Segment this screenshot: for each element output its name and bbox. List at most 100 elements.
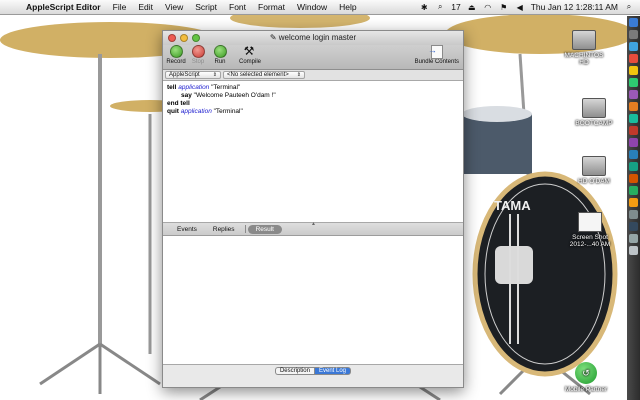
menu-format[interactable]: Format bbox=[252, 2, 291, 12]
event-log-button[interactable]: Event Log bbox=[313, 367, 352, 375]
trash-dock-icon[interactable] bbox=[629, 246, 638, 255]
menu-script[interactable]: Script bbox=[189, 2, 223, 12]
compile-label: Compile bbox=[239, 59, 262, 65]
code-line: end tell bbox=[167, 100, 459, 108]
vlc-dock-icon[interactable] bbox=[629, 198, 638, 207]
window-title: ✎ welcome login master bbox=[163, 33, 463, 42]
element-popup-value: <No selected element> bbox=[227, 72, 289, 78]
stop-button[interactable]: Stop bbox=[188, 45, 208, 65]
mail-dock-icon[interactable] bbox=[629, 66, 638, 75]
code-keyword: tell bbox=[167, 84, 177, 91]
window-title-text: welcome login master bbox=[278, 33, 357, 42]
wifi-icon[interactable]: ◠ bbox=[483, 3, 493, 12]
code-keyword: quit bbox=[167, 108, 179, 115]
bundle-contents-button[interactable]: Bundle Contents bbox=[415, 45, 459, 65]
desktop-icon-hd-odam[interactable]: HD O'DAM bbox=[570, 156, 618, 185]
split-grip-icon[interactable]: ▲ bbox=[311, 221, 316, 227]
run-icon bbox=[213, 45, 227, 58]
itunes-dock-icon[interactable] bbox=[629, 90, 638, 99]
code-string: "Terminal" bbox=[213, 108, 243, 115]
spotlight-icon[interactable]: ⌕ bbox=[624, 2, 634, 12]
record-icon bbox=[169, 45, 183, 58]
menu-font[interactable]: Font bbox=[223, 2, 252, 12]
code-line: tell application "Terminal" bbox=[167, 84, 459, 92]
firefox-dock-icon[interactable] bbox=[629, 174, 638, 183]
element-popup[interactable]: <No selected element> ⇕ bbox=[223, 71, 305, 79]
flag-icon[interactable]: ⚑ bbox=[499, 3, 509, 12]
volume-icon[interactable]: ◀ bbox=[515, 3, 525, 12]
code-class: application bbox=[178, 84, 210, 91]
screenshot-file-icon bbox=[578, 212, 602, 232]
menu-bar: AppleScript Editor File Edit View Script… bbox=[0, 0, 640, 15]
tab-divider bbox=[244, 225, 246, 233]
search-icon[interactable]: ⌕ bbox=[435, 2, 445, 12]
downloads-dock-icon[interactable] bbox=[629, 234, 638, 243]
code-line: say "Welcome Pauteeh O'dam !" bbox=[167, 92, 459, 100]
popup-arrows-icon: ⇕ bbox=[212, 72, 217, 78]
status-menus: ✱ ⌕ 17 ⏏ ◠ ⚑ ◀ Thu Jan 12 1:28:11 AM ⌕ bbox=[419, 2, 640, 12]
menu-app-name[interactable]: AppleScript Editor bbox=[20, 2, 107, 12]
tab-result[interactable]: Result bbox=[247, 224, 282, 234]
messages-dock-icon[interactable] bbox=[629, 114, 638, 123]
tab-events[interactable]: Events bbox=[169, 226, 205, 233]
mobile-partner-app-icon: ↺ bbox=[575, 362, 597, 384]
appstore-dock-icon[interactable] bbox=[629, 150, 638, 159]
code-keyword: say bbox=[181, 92, 192, 99]
bluetooth-icon[interactable]: ✱ bbox=[419, 3, 429, 12]
desktop-icon-label: BOOTCAMP bbox=[575, 120, 613, 127]
hard-drive-icon bbox=[582, 156, 606, 176]
chrome-dock-icon[interactable] bbox=[629, 54, 638, 63]
dashboard-dock-icon[interactable] bbox=[629, 30, 638, 39]
safari-dock-icon[interactable] bbox=[629, 42, 638, 51]
drum-brand-logo: TAMA bbox=[494, 198, 531, 213]
notification-count[interactable]: 17 bbox=[451, 2, 460, 12]
result-tabs: ▲ Events Replies Result bbox=[163, 221, 463, 236]
toolbar: Record Stop Run ⚒ Compile Bundle Content… bbox=[163, 45, 463, 70]
compile-button[interactable]: ⚒ Compile bbox=[239, 44, 262, 66]
run-label: Run bbox=[214, 59, 226, 65]
desktop-icon-label: Mobile Partner bbox=[564, 386, 608, 393]
code-string: "Terminal" bbox=[211, 84, 241, 91]
description-button[interactable]: Description bbox=[274, 367, 314, 375]
menu-edit[interactable]: Edit bbox=[132, 2, 159, 12]
menubar-clock[interactable]: Thu Jan 12 1:28:11 AM bbox=[531, 2, 618, 12]
menu-view[interactable]: View bbox=[159, 2, 189, 12]
script-document-icon: ✎ bbox=[269, 33, 277, 42]
navigation-bar: AppleScript ⇕ <No selected element> ⇕ bbox=[163, 70, 463, 81]
photos-dock-icon[interactable] bbox=[629, 102, 638, 111]
desktop-icon-machintos-hd[interactable]: MACHINTOS HD bbox=[560, 30, 608, 66]
hard-drive-icon bbox=[572, 30, 596, 50]
language-popup[interactable]: AppleScript ⇕ bbox=[165, 71, 221, 79]
preview-dock-icon[interactable] bbox=[629, 138, 638, 147]
stop-icon bbox=[191, 45, 205, 58]
hard-drive-icon bbox=[582, 98, 606, 118]
terminal-dock-icon[interactable] bbox=[629, 162, 638, 171]
desktop-icon-mobile-partner[interactable]: ↺ Mobile Partner bbox=[562, 362, 610, 393]
facetime-dock-icon[interactable] bbox=[629, 78, 638, 87]
dock bbox=[627, 16, 640, 400]
menu-help[interactable]: Help bbox=[333, 2, 362, 12]
record-button[interactable]: Record bbox=[166, 45, 186, 65]
tab-replies[interactable]: Replies bbox=[205, 226, 243, 233]
run-button[interactable]: Run bbox=[210, 45, 230, 65]
menu-window[interactable]: Window bbox=[291, 2, 333, 12]
script-editor-window: ✎ welcome login master Record Stop Run ⚒… bbox=[162, 30, 464, 388]
skype-dock-icon[interactable] bbox=[629, 186, 638, 195]
system-preferences-dock-icon[interactable] bbox=[629, 210, 638, 219]
script-editor-area[interactable]: tell application "Terminal" say "Welcome… bbox=[163, 81, 463, 223]
finder-dock-icon[interactable] bbox=[629, 18, 638, 27]
stop-label: Stop bbox=[191, 59, 205, 65]
applescript-editor-dock-icon[interactable] bbox=[629, 222, 638, 231]
desktop-icon-bootcamp[interactable]: BOOTCAMP bbox=[570, 98, 618, 127]
code-line: quit application "Terminal" bbox=[167, 108, 459, 116]
calendar-dock-icon[interactable] bbox=[629, 126, 638, 135]
result-pane[interactable] bbox=[163, 236, 463, 365]
desktop-icon-screen-shot[interactable]: Screen Shot 2012-...40 AM bbox=[566, 212, 614, 248]
hammer-icon: ⚒ bbox=[243, 44, 255, 58]
language-popup-value: AppleScript bbox=[169, 72, 200, 78]
window-titlebar[interactable]: ✎ welcome login master bbox=[163, 31, 463, 45]
bundle-contents-icon bbox=[428, 45, 443, 59]
menu-file[interactable]: File bbox=[107, 2, 133, 12]
bottom-bar: Description Event Log bbox=[163, 365, 463, 377]
eject-icon[interactable]: ⏏ bbox=[467, 3, 477, 12]
